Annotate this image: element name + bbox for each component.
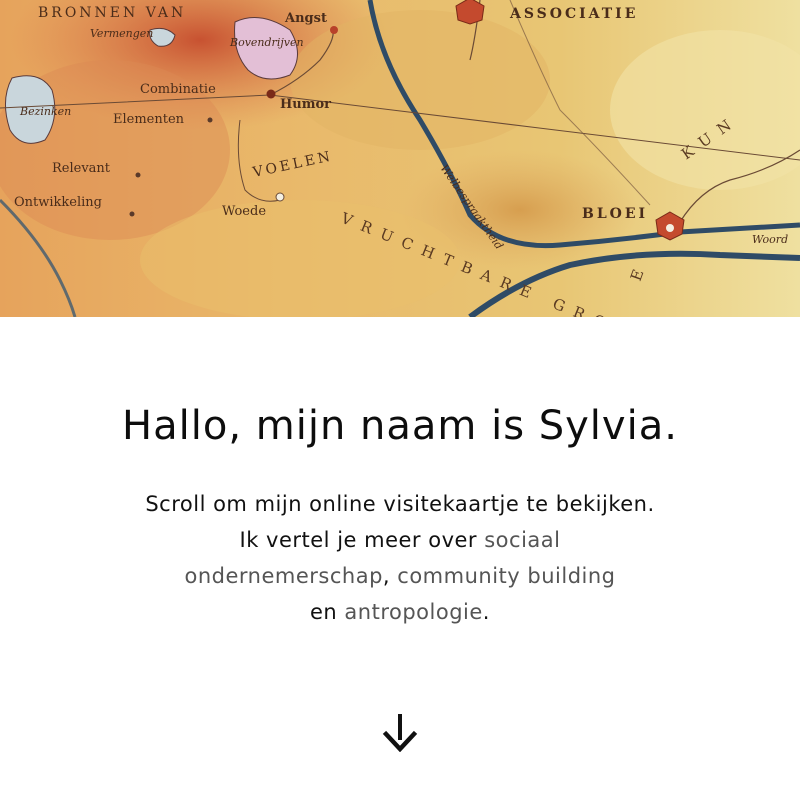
keyword-ondernemerschap: ondernemerschap [184,564,383,588]
intro-line-1: Scroll om mijn online visitekaartje te b… [145,492,655,516]
map-label-bronnen: BRONNEN VAN [38,5,186,21]
fantasy-map-illustration: BRONNEN VAN Vermengen Angst Bovendrijven… [0,0,800,317]
map-label-bovendrijven: Bovendrijven [229,36,304,49]
keyword-sociaal: sociaal [484,528,561,552]
intro-line-4-suffix: . [482,600,490,624]
intro-text: Scroll om mijn online visitekaartje te b… [0,486,800,630]
map-label-vermengen: Vermengen [90,27,153,40]
map-label-ontwikkeling: Ontwikkeling [14,195,102,210]
map-label-bloei: BLOEI [582,206,648,222]
map-label-relevant: Relevant [52,161,111,176]
arrow-down-icon [382,714,418,753]
map-label-elementen: Elementen [113,112,185,127]
map-label-bezinken: Bezinken [19,105,71,118]
map-label-woede: Woede [222,204,266,219]
map-label-combinatie: Combinatie [140,82,216,97]
scroll-down-button[interactable] [382,712,418,753]
keyword-community-building: community building [397,564,616,588]
map-label-woord: Woord [752,233,788,246]
keyword-antropologie: antropologie [344,600,483,624]
intro-line-4-prefix: en [310,600,345,624]
intro-line-2-prefix: Ik vertel je meer over [239,528,485,552]
map-label-angst: Angst [284,11,327,26]
map-label-associatie: ASSOCIATIE [509,6,638,22]
intro-section: Hallo, mijn naam is Sylvia. Scroll om mi… [0,400,800,630]
separator-comma: , [382,564,398,588]
page-title: Hallo, mijn naam is Sylvia. [122,403,678,449]
map-label-humor: Humor [280,97,331,112]
hero-map: BRONNEN VAN Vermengen Angst Bovendrijven… [0,0,800,317]
